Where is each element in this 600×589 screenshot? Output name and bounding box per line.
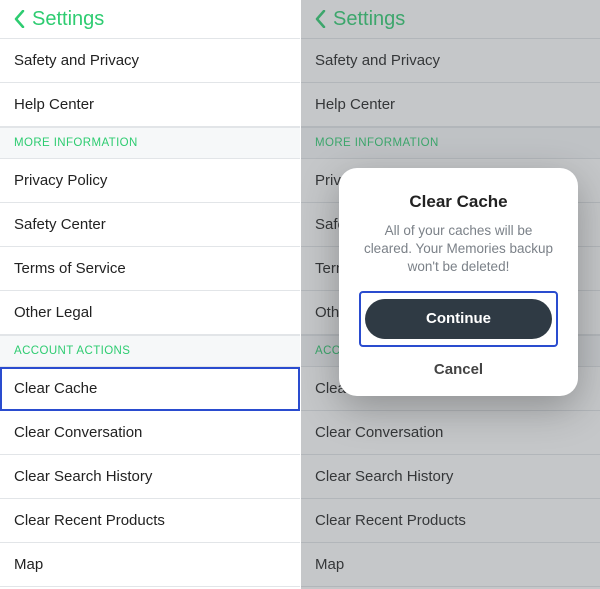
settings-panel-left: Settings Safety and Privacy Help Center … — [0, 0, 300, 589]
back-icon[interactable] — [12, 8, 26, 30]
row-label: Clear Recent Products — [315, 512, 466, 529]
modal-body: All of your caches will be cleared. Your… — [361, 222, 556, 277]
row-clear-conversation[interactable]: Clear Conversation — [301, 411, 600, 455]
continue-button[interactable]: Continue — [365, 299, 552, 339]
row-label: Safety and Privacy — [315, 52, 440, 69]
settings-list: Safety and Privacy Help Center MORE INFO… — [0, 39, 300, 589]
row-label: Clear Recent Products — [14, 512, 165, 529]
row-safety-and-privacy[interactable]: Safety and Privacy — [0, 39, 300, 83]
page-title: Settings — [333, 8, 405, 31]
row-terms-of-service[interactable]: Terms of Service — [0, 247, 300, 291]
row-label: Map — [14, 556, 43, 573]
section-more-information: MORE INFORMATION — [0, 127, 300, 159]
row-label: Other Legal — [14, 304, 92, 321]
row-clear-recent-products[interactable]: Clear Recent Products — [0, 499, 300, 543]
row-clear-cache[interactable]: Clear Cache — [0, 367, 300, 411]
clear-cache-modal: Clear Cache All of your caches will be c… — [339, 168, 578, 396]
back-icon[interactable] — [313, 8, 327, 30]
cancel-button[interactable]: Cancel — [434, 355, 483, 380]
row-clear-conversation[interactable]: Clear Conversation — [0, 411, 300, 455]
row-label: Clear Conversation — [14, 424, 142, 441]
row-label: Clear Conversation — [315, 424, 443, 441]
row-help-center[interactable]: Help Center — [301, 83, 600, 127]
row-label: Safety Center — [14, 216, 106, 233]
row-map[interactable]: Map — [0, 543, 300, 587]
row-map[interactable]: Map — [301, 543, 600, 587]
modal-title: Clear Cache — [361, 192, 556, 212]
row-label: Map — [315, 556, 344, 573]
row-label: Help Center — [315, 96, 395, 113]
section-more-information: MORE INFORMATION — [301, 127, 600, 159]
header: Settings — [0, 0, 300, 38]
row-label: Help Center — [14, 96, 94, 113]
row-label: Clear Cache — [14, 380, 97, 397]
page-title: Settings — [32, 8, 104, 31]
row-clear-recent-products[interactable]: Clear Recent Products — [301, 499, 600, 543]
row-safety-and-privacy[interactable]: Safety and Privacy — [301, 39, 600, 83]
row-clear-search-history[interactable]: Clear Search History — [0, 455, 300, 499]
header: Settings — [301, 0, 600, 38]
row-label: Safety and Privacy — [14, 52, 139, 69]
row-label: Privacy Policy — [14, 172, 107, 189]
row-other-legal[interactable]: Other Legal — [0, 291, 300, 335]
row-privacy-policy[interactable]: Privacy Policy — [0, 159, 300, 203]
modal-continue-highlight: Continue — [361, 293, 556, 345]
row-clear-search-history[interactable]: Clear Search History — [301, 455, 600, 499]
row-label: Terms of Service — [14, 260, 126, 277]
row-safety-center[interactable]: Safety Center — [0, 203, 300, 247]
section-account-actions: ACCOUNT ACTIONS — [0, 335, 300, 367]
row-label: Clear Search History — [14, 468, 152, 485]
settings-panel-right: Settings Safety and Privacy Help Center … — [300, 0, 600, 589]
row-label: Clear Search History — [315, 468, 453, 485]
row-help-center[interactable]: Help Center — [0, 83, 300, 127]
